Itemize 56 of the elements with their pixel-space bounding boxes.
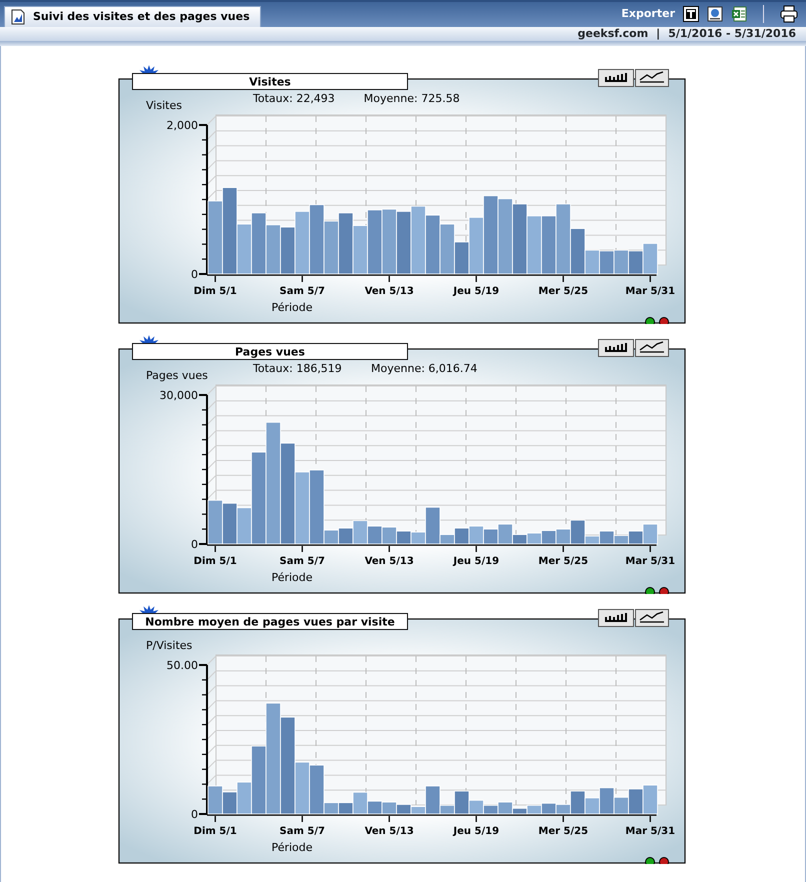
average-text: Moyenne: 6,016.74 (371, 362, 478, 375)
report-icon (11, 9, 25, 25)
date-range: 5/1/2016 - 5/31/2016 (668, 26, 796, 42)
x-tick-label: Mar 5/31 (625, 286, 676, 297)
x-tick-label: Sam 5/7 (280, 556, 325, 567)
x-tick-label: Mar 5/31 (625, 826, 676, 837)
totals-text: Totaux: 186,519 (253, 362, 342, 375)
export-label: Exporter (621, 6, 675, 22)
x-tick-label: Mer 5/25 (538, 286, 588, 297)
x-tick-label: Dim 5/1 (194, 556, 237, 567)
x-axis-label: Période (271, 571, 313, 584)
x-tick-label: Mer 5/25 (538, 826, 588, 837)
y-tick-label: 0 (191, 268, 198, 281)
line-chart-button[interactable] (635, 609, 669, 627)
chart-title: Pages vues (235, 346, 306, 358)
line-chart-button[interactable] (635, 339, 669, 357)
x-axis-label: Période (271, 841, 313, 854)
y-tick-label: 0 (191, 538, 198, 551)
bar-chart-button[interactable] (598, 609, 634, 627)
bar-chart-button[interactable] (598, 69, 634, 87)
x-tick-label: Sam 5/7 (280, 826, 325, 837)
chart-title: Nombre moyen de pages vues par visite (145, 616, 395, 628)
text-export-icon[interactable] (683, 6, 699, 22)
x-tick-label: Sam 5/7 (280, 286, 325, 297)
y-tick-label: 30,000 (160, 389, 198, 402)
x-tick-label: Jeu 5/19 (453, 826, 500, 837)
chart-title: Visites (249, 76, 292, 88)
bar-chart-button[interactable] (598, 339, 634, 357)
x-tick-label: Jeu 5/19 (453, 286, 500, 297)
x-tick-label: Ven 5/13 (364, 556, 414, 567)
y-axis-label: P/Visites (146, 639, 192, 652)
spreadsheet-export-icon[interactable] (731, 6, 747, 22)
chart-title: Nombre moyen de pages vues par visite (132, 613, 408, 630)
y-tick-label: 0 (191, 808, 198, 821)
y-tick-label: 2,000 (166, 119, 198, 132)
x-tick-label: Dim 5/1 (194, 826, 237, 837)
x-tick-label: Dim 5/1 (194, 286, 237, 297)
y-axis-label: Pages vues (146, 369, 208, 382)
report-tab[interactable]: Suivi des visites et des pages vues (4, 6, 261, 27)
average-text: Moyenne: 725.58 (364, 92, 460, 105)
y-tick-label: 50.00 (166, 659, 198, 672)
x-tick-label: Mer 5/25 (538, 556, 588, 567)
totals-text: Totaux: 22,493 (253, 92, 335, 105)
x-tick-label: Jeu 5/19 (453, 556, 500, 567)
x-axis-label: Période (271, 301, 313, 314)
print-icon[interactable] (780, 5, 798, 23)
chart-title: Pages vues (132, 343, 408, 360)
separator: | (656, 26, 660, 42)
x-tick-label: Ven 5/13 (364, 826, 414, 837)
chart-title: Visites (132, 73, 408, 90)
x-tick-label: Ven 5/13 (364, 286, 414, 297)
line-chart-button[interactable] (635, 69, 669, 87)
site-name: geeksf.com (578, 26, 648, 42)
y-axis-label: Visites (146, 99, 182, 112)
web-export-icon[interactable] (707, 6, 723, 22)
x-tick-label: Mar 5/31 (625, 556, 676, 567)
